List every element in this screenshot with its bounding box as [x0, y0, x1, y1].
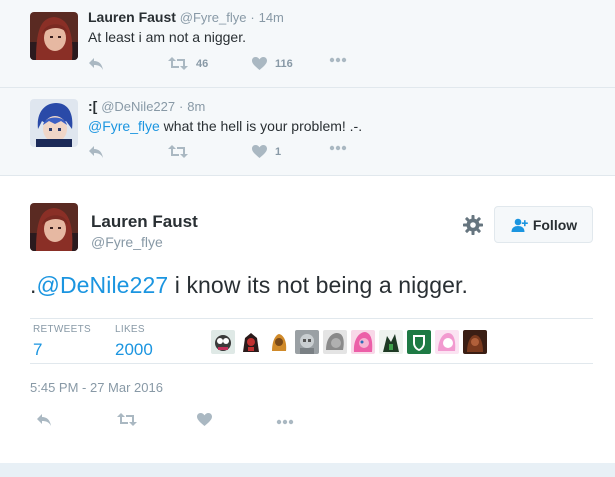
- add-user-icon: [511, 218, 528, 232]
- gear-icon: [463, 215, 483, 235]
- divider: [30, 363, 593, 364]
- tweet-actions: [36, 413, 336, 433]
- liker-avatar[interactable]: [267, 330, 291, 354]
- mention-link[interactable]: @Fyre_flye: [88, 118, 160, 134]
- permalink-tweet: Lauren Faust @Fyre_flye Follow .@DeNile2…: [0, 177, 615, 463]
- divider: [30, 318, 593, 319]
- username[interactable]: @Fyre_flye: [180, 10, 247, 25]
- reply-icon: [37, 414, 51, 426]
- username[interactable]: @DeNile227: [101, 99, 175, 114]
- reply-icon: [89, 146, 103, 158]
- more-button[interactable]: [276, 419, 294, 425]
- avatar[interactable]: [30, 203, 78, 251]
- tweet-header: Lauren Faust @Fyre_flye · 14m: [88, 9, 284, 25]
- replies-section: [0, 463, 615, 477]
- retweet-button[interactable]: [117, 413, 137, 426]
- reply-icon: [89, 58, 103, 70]
- retweet-icon: [168, 57, 188, 70]
- display-name[interactable]: :[: [88, 98, 97, 114]
- tweet-actions: 1: [88, 145, 388, 163]
- liker-avatar[interactable]: [351, 330, 375, 354]
- liker-avatar[interactable]: [435, 330, 459, 354]
- tweet-header: :[ @DeNile227 · 8m: [88, 98, 205, 114]
- retweet-icon: [168, 145, 188, 158]
- likes-value: 2000: [115, 340, 153, 359]
- display-name[interactable]: Lauren Faust: [88, 9, 176, 25]
- heart-icon: [197, 413, 212, 426]
- liker-avatar[interactable]: [323, 330, 347, 354]
- like-button[interactable]: 116: [252, 57, 293, 70]
- more-icon: [276, 419, 294, 425]
- like-button[interactable]: [197, 413, 212, 426]
- like-button[interactable]: 1: [252, 145, 281, 158]
- mention-link[interactable]: @DeNile227: [37, 272, 169, 298]
- tweet-timestamp[interactable]: 5:45 PM - 27 Mar 2016: [30, 380, 163, 395]
- follow-button[interactable]: Follow: [494, 206, 593, 243]
- reply-tweet-2[interactable]: :[ @DeNile227 · 8m @Fyre_flye what the h…: [0, 88, 615, 176]
- liker-avatars: [211, 330, 487, 354]
- tweet-text: At least i am not a nigger.: [88, 29, 246, 45]
- retweets-label: RETWEETS: [33, 324, 91, 335]
- like-count: 1: [275, 145, 282, 158]
- display-name[interactable]: Lauren Faust: [91, 212, 198, 232]
- heart-icon: [252, 145, 267, 158]
- more-button[interactable]: [329, 57, 347, 63]
- avatar[interactable]: [30, 12, 78, 60]
- tweet-text-body: what the hell is your problem! .-.: [159, 118, 363, 134]
- liker-avatar[interactable]: [211, 330, 235, 354]
- reply-tweet-1[interactable]: Lauren Faust @Fyre_flye · 14m At least i…: [0, 0, 615, 88]
- timestamp[interactable]: 14m: [259, 10, 284, 25]
- liker-avatar[interactable]: [407, 330, 431, 354]
- tweet-text: .@DeNile227 i know its not being a nigge…: [30, 272, 468, 299]
- username[interactable]: @Fyre_flye: [91, 234, 163, 250]
- avatar[interactable]: [30, 99, 78, 147]
- tweet-actions: 46 116: [88, 57, 388, 75]
- retweet-icon: [117, 413, 137, 426]
- reply-button[interactable]: [36, 413, 52, 427]
- liker-avatar[interactable]: [239, 330, 263, 354]
- settings-button[interactable]: [462, 214, 484, 236]
- likes-label: LIKES: [115, 324, 145, 335]
- timestamp[interactable]: 8m: [187, 99, 205, 114]
- time-separator: ·: [179, 99, 184, 114]
- tweet-text: @Fyre_flye what the hell is your problem…: [88, 118, 362, 134]
- more-icon: [329, 145, 347, 151]
- retweets-stat[interactable]: RETWEETS 7: [33, 324, 91, 360]
- more-button[interactable]: [329, 145, 347, 151]
- heart-icon: [252, 57, 267, 70]
- more-icon: [329, 57, 347, 63]
- retweet-button[interactable]: [168, 145, 196, 158]
- retweets-value: 7: [33, 340, 43, 359]
- tweet-text-body: i know its not being a nigger.: [168, 272, 468, 298]
- reply-button[interactable]: [88, 57, 104, 71]
- follow-label: Follow: [532, 216, 578, 233]
- retweet-count: 46: [196, 57, 209, 70]
- liker-avatar[interactable]: [463, 330, 487, 354]
- likes-stat[interactable]: LIKES 2000: [115, 324, 153, 360]
- time-separator: ·: [250, 10, 255, 25]
- like-count: 116: [275, 57, 293, 70]
- liker-avatar[interactable]: [295, 330, 319, 354]
- retweet-button[interactable]: 46: [168, 57, 208, 70]
- reply-button[interactable]: [88, 145, 104, 159]
- liker-avatar[interactable]: [379, 330, 403, 354]
